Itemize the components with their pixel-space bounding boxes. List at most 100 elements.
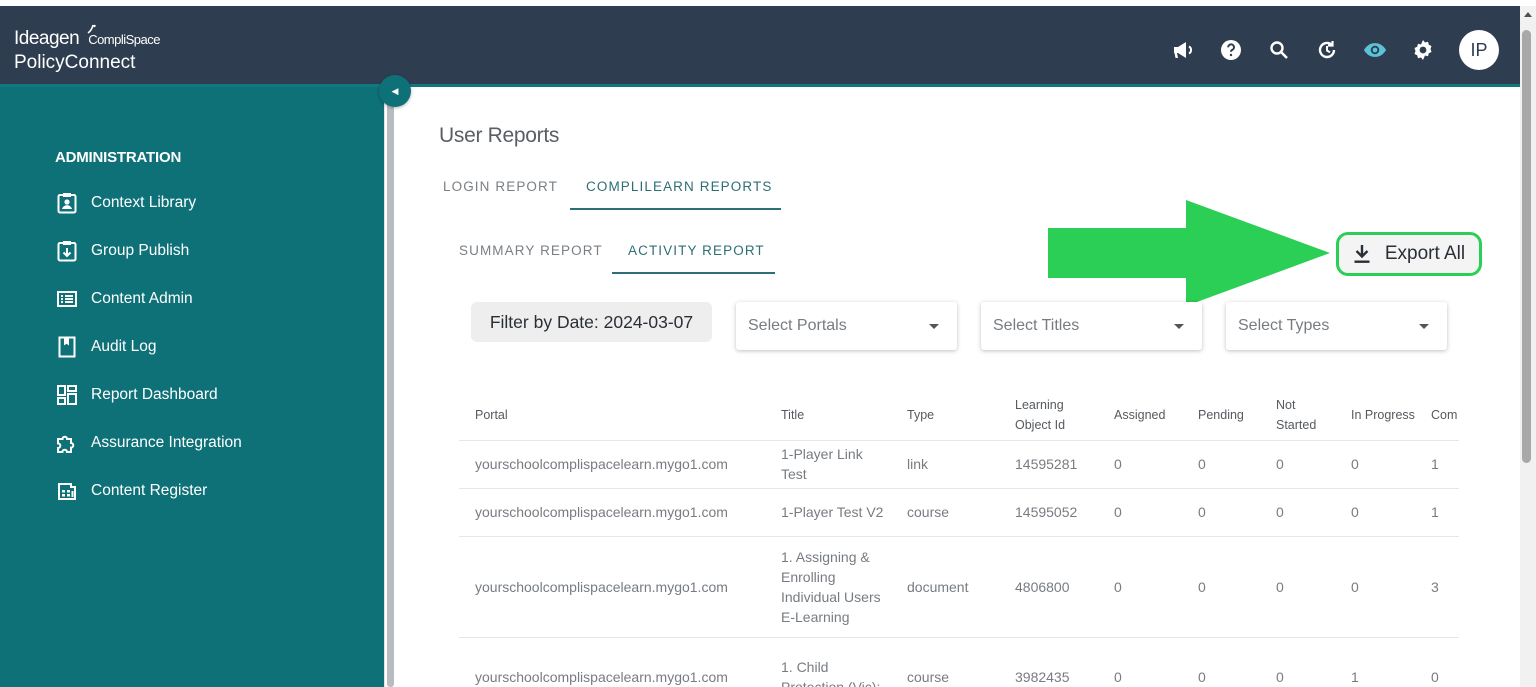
puzzle-icon [55, 431, 79, 455]
sidebar-item-group-publish[interactable]: Group Publish [55, 237, 189, 265]
column-header[interactable]: Assigned [1098, 390, 1182, 441]
gear-icon[interactable] [1411, 38, 1435, 62]
activity-report-table: Portal Title Type Learning Object Id Ass… [459, 390, 1459, 687]
table-cell: course [891, 488, 999, 537]
table-cell: link [891, 440, 999, 489]
help-icon[interactable] [1219, 38, 1243, 62]
sidebar-item-audit-log[interactable]: Audit Log [55, 333, 157, 361]
caret-down-icon [929, 324, 939, 329]
column-header[interactable]: Com [1415, 390, 1459, 441]
sidebar-item-label: Audit Log [91, 338, 157, 355]
table-cell: 0 [1182, 637, 1260, 687]
table-cell: 0 [1415, 637, 1459, 687]
sidebar-item-label: Group Publish [91, 242, 190, 259]
app-header: Ideagen CompliSpace PolicyConnect IP [0, 6, 1520, 84]
table-cell: 1. Assigning & Enrolling Individual User… [765, 536, 891, 638]
table-cell: 1 [1415, 440, 1459, 489]
table-cell: yourschoolcomplispacelearn.mygo1.com [459, 440, 765, 489]
table-cell: 0 [1260, 637, 1335, 687]
select-portals-placeholder: Select Portals [748, 317, 847, 334]
table-cell: 0 [1260, 488, 1335, 537]
table-cell: 14595281 [999, 440, 1098, 489]
table-cell: document [891, 536, 999, 638]
column-header[interactable]: Pending [1182, 390, 1260, 441]
sidebar-scrollbar[interactable] [387, 92, 394, 687]
sidebar-item-content-admin[interactable]: Content Admin [55, 285, 193, 313]
contact-card-icon [55, 191, 79, 215]
subtab-active-indicator [612, 272, 775, 274]
export-all-button[interactable]: Export All [1336, 232, 1482, 276]
table-cell: 0 [1098, 488, 1182, 537]
logo-mark-icon [87, 24, 96, 34]
column-header[interactable]: Portal [459, 390, 765, 441]
table-cell: 3 [1415, 536, 1459, 638]
logo-sub: CompliSpace [88, 32, 161, 47]
eye-icon[interactable] [1363, 38, 1387, 62]
table-cell: yourschoolcomplispacelearn.mygo1.com [459, 536, 765, 638]
table-row[interactable]: yourschoolcomplispacelearn.mygo1.com 1-P… [459, 440, 1459, 489]
table-cell: 1-Player Link Test [765, 440, 891, 489]
list-icon [55, 287, 79, 311]
select-portals[interactable]: Select Portals [736, 302, 957, 350]
table-cell: 4806800 [999, 536, 1098, 638]
table-cell: yourschoolcomplispacelearn.mygo1.com [459, 637, 765, 687]
logo-brand: Ideagen [14, 28, 80, 49]
table-cell: 1-Player Test V2 [765, 488, 891, 537]
sidebar-item-content-register[interactable]: Content Register [55, 477, 207, 505]
table-cell: 1. Child Protection (Vic): [765, 637, 891, 687]
column-header[interactable]: Type [891, 390, 999, 441]
table-cell: 0 [1098, 637, 1182, 687]
table-row[interactable]: yourschoolcomplispacelearn.mygo1.com 1-P… [459, 488, 1459, 537]
sidebar-section-title: ADMINISTRATION [55, 149, 182, 166]
table-cell: 0 [1260, 536, 1335, 638]
publish-icon [55, 239, 79, 263]
sidebar-item-context-library[interactable]: Context Library [55, 189, 196, 217]
page-scrollbar-thumb[interactable] [1522, 30, 1531, 463]
table-cell: 0 [1260, 440, 1335, 489]
table-cell: course [891, 637, 999, 687]
sidebar-item-label: Report Dashboard [91, 386, 218, 403]
collapse-sidebar-button[interactable]: ◀ [379, 75, 411, 107]
column-header[interactable]: Title [765, 390, 891, 441]
table-cell: 0 [1335, 440, 1415, 489]
table-cell: 0 [1182, 536, 1260, 638]
chevron-left-icon: ◀ [391, 85, 399, 96]
sidebar-item-assurance-integration[interactable]: Assurance Integration [55, 429, 242, 457]
megaphone-icon[interactable] [1171, 38, 1195, 62]
avatar[interactable]: IP [1459, 30, 1499, 70]
table-cell: 0 [1335, 488, 1415, 537]
sidebar-item-label: Content Register [91, 482, 208, 499]
caret-down-icon [1174, 324, 1184, 329]
highlight-arrow [1048, 200, 1330, 306]
sidebar-item-label: Assurance Integration [91, 434, 242, 451]
subtab-summary-report[interactable]: SUMMARY REPORT [459, 243, 603, 258]
table-cell: 0 [1335, 536, 1415, 638]
select-titles-placeholder: Select Titles [993, 317, 1080, 334]
table-row[interactable]: yourschoolcomplispacelearn.mygo1.com 1. … [459, 536, 1459, 638]
filter-by-date-button[interactable]: Filter by Date: 2024-03-07 [471, 302, 712, 342]
select-titles[interactable]: Select Titles [981, 302, 1202, 350]
table-cell: 1 [1335, 637, 1415, 687]
caret-down-icon [1419, 324, 1429, 329]
tab-login-report[interactable]: LOGIN REPORT [443, 179, 558, 194]
table-cell: 0 [1182, 440, 1260, 489]
search-icon[interactable] [1267, 38, 1291, 62]
page-title: User Reports [439, 124, 560, 147]
tab-complilearn-reports[interactable]: COMPLILEARN REPORTS [586, 179, 772, 194]
sidebar-item-label: Context Library [91, 194, 197, 211]
column-header[interactable]: In Progress [1335, 390, 1415, 441]
table-cell: yourschoolcomplispacelearn.mygo1.com [459, 488, 765, 537]
subtab-activity-report[interactable]: ACTIVITY REPORT [628, 243, 765, 258]
table-row[interactable]: yourschoolcomplispacelearn.mygo1.com 1. … [459, 637, 1459, 687]
table-cell: 1 [1415, 488, 1459, 537]
register-icon [55, 479, 79, 503]
bookmark-icon [55, 335, 79, 359]
sidebar-item-report-dashboard[interactable]: Report Dashboard [55, 381, 218, 409]
export-all-label: Export All [1384, 243, 1466, 264]
column-header[interactable]: Not Started [1260, 390, 1335, 441]
table-cell: 0 [1098, 440, 1182, 489]
select-types[interactable]: Select Types [1226, 302, 1447, 350]
scroll-up-arrow-icon[interactable] [1524, 12, 1532, 17]
column-header[interactable]: Learning Object Id [999, 390, 1098, 441]
history-icon[interactable] [1315, 38, 1339, 62]
